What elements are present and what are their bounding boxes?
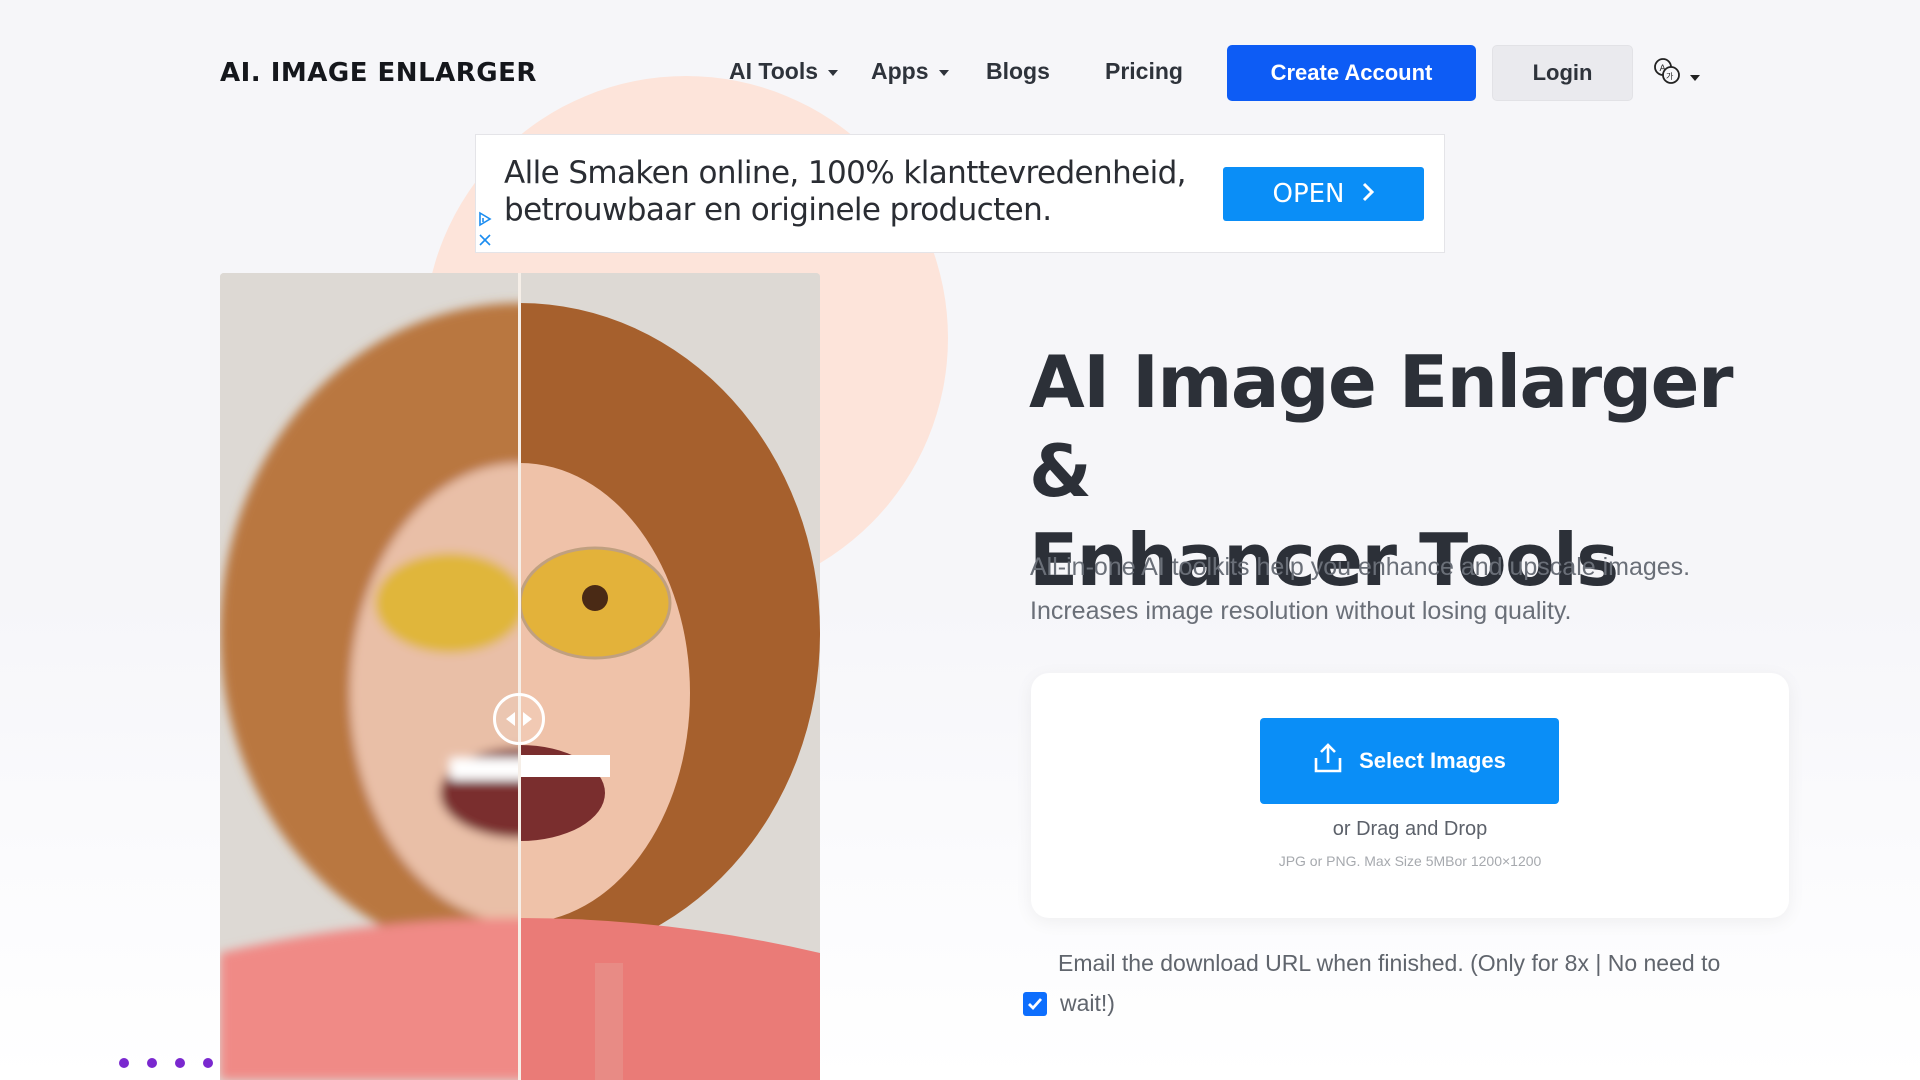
drag-drop-text: or Drag and Drop bbox=[1332, 818, 1488, 840]
chevron-right-icon bbox=[1361, 179, 1375, 209]
ad-banner[interactable]: Alle Smaken online, 100% klanttevredenhe… bbox=[475, 134, 1445, 253]
email-url-checkbox[interactable] bbox=[1023, 991, 1047, 1016]
file-requirements-hint: JPG or PNG. Max Size 5MBor 1200×1200 bbox=[1278, 853, 1542, 869]
email-option-label-line2: wait!) bbox=[1060, 990, 1115, 1016]
nav-ai-tools-label: AI Tools bbox=[729, 58, 819, 84]
svg-text:가: 가 bbox=[1666, 72, 1674, 81]
carousel-dot[interactable] bbox=[175, 1058, 185, 1068]
carousel-dot[interactable] bbox=[203, 1058, 213, 1068]
nav-pricing[interactable]: Pricing bbox=[1105, 58, 1183, 85]
caret-down-icon bbox=[1690, 74, 1700, 81]
select-images-label: Select Images bbox=[1359, 748, 1506, 773]
caret-down-icon bbox=[938, 69, 949, 76]
page-subtitle-line2: Increases image resolution without losin… bbox=[1030, 597, 1572, 625]
comparison-divider[interactable] bbox=[518, 273, 521, 1080]
ad-text-line2: betrouwbaar en originele producten. bbox=[504, 192, 1052, 228]
arrow-left-icon bbox=[506, 712, 515, 726]
ad-text: Alle Smaken online, 100% klanttevredenhe… bbox=[504, 155, 1204, 229]
adchoices-icon[interactable] bbox=[478, 211, 492, 232]
caret-down-icon bbox=[828, 69, 839, 76]
nav-apps-label: Apps bbox=[871, 58, 929, 84]
nav-apps[interactable]: Apps bbox=[871, 58, 949, 85]
carousel-dot[interactable] bbox=[119, 1058, 129, 1068]
create-account-button[interactable]: Create Account bbox=[1227, 45, 1476, 101]
ad-open-button[interactable]: OPEN bbox=[1223, 167, 1424, 221]
ad-close-icon[interactable] bbox=[479, 233, 491, 251]
carousel-dot[interactable] bbox=[147, 1058, 157, 1068]
left-right-arrows-icon[interactable] bbox=[493, 693, 545, 745]
upload-dropzone[interactable]: Select Images or Drag and Drop JPG or PN… bbox=[1031, 673, 1789, 918]
page-title-line1: AI Image Enlarger & bbox=[1029, 340, 1734, 513]
upload-icon bbox=[1313, 742, 1343, 780]
before-after-comparison[interactable] bbox=[220, 273, 820, 1080]
login-button[interactable]: Login bbox=[1492, 45, 1633, 101]
select-images-button[interactable]: Select Images bbox=[1260, 718, 1559, 804]
nav-ai-tools[interactable]: AI Tools bbox=[729, 58, 839, 85]
page-subtitle-line1: All-in-one AI toolkits help you enhance … bbox=[1030, 553, 1691, 581]
logo[interactable]: AI. IMAGE ENLARGER bbox=[220, 58, 537, 88]
email-option: wait!) bbox=[1023, 990, 1115, 1017]
nav-blogs-label: Blogs bbox=[986, 58, 1050, 84]
carousel-dots bbox=[119, 1058, 213, 1068]
arrow-right-icon bbox=[523, 712, 532, 726]
nav-pricing-label: Pricing bbox=[1105, 58, 1183, 84]
language-selector[interactable]: A 가 bbox=[1652, 56, 1700, 91]
email-option-label-line1: Email the download URL when finished. (O… bbox=[1058, 950, 1721, 976]
page-subtitle: All-in-one AI toolkits help you enhance … bbox=[1030, 545, 1790, 633]
ad-open-label: OPEN bbox=[1272, 179, 1345, 209]
nav-blogs[interactable]: Blogs bbox=[986, 58, 1050, 85]
translate-icon: A 가 bbox=[1652, 56, 1682, 91]
ad-text-line1: Alle Smaken online, 100% klanttevredenhe… bbox=[504, 155, 1187, 191]
